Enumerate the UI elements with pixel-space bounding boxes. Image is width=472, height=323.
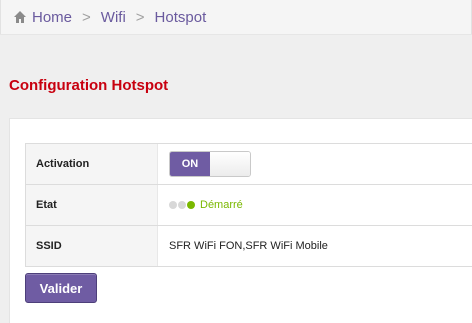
toggle-knob[interactable] bbox=[210, 152, 250, 176]
state-row: Etat Démarré bbox=[25, 185, 472, 226]
ssid-row: SSID SFR WiFi FON,SFR WiFi Mobile bbox=[25, 226, 472, 267]
breadcrumb-home-link[interactable]: Home bbox=[32, 9, 72, 26]
activation-label: Activation bbox=[25, 144, 158, 184]
breadcrumb-separator: > bbox=[82, 8, 91, 26]
breadcrumb-wifi-link[interactable]: Wifi bbox=[101, 9, 126, 26]
validate-button[interactable]: Valider bbox=[25, 273, 97, 303]
status-dot-icon bbox=[178, 201, 186, 209]
ssid-label: SSID bbox=[25, 226, 158, 266]
activation-toggle[interactable]: ON bbox=[169, 151, 251, 177]
state-text: Démarré bbox=[200, 199, 243, 211]
ssid-value: SFR WiFi FON,SFR WiFi Mobile bbox=[169, 240, 328, 252]
toggle-on-label: ON bbox=[170, 152, 210, 176]
breadcrumb: Home > Wifi > Hotspot bbox=[0, 0, 472, 34]
home-icon[interactable] bbox=[13, 10, 27, 24]
state-label: Etat bbox=[25, 185, 158, 225]
state-value: Démarré bbox=[158, 185, 472, 225]
config-panel: Activation ON Etat Démarré SSID SFR WiFi… bbox=[9, 118, 472, 323]
activation-row: Activation ON bbox=[25, 144, 472, 185]
status-indicator-icon bbox=[169, 201, 196, 209]
status-dot-icon bbox=[169, 201, 177, 209]
config-table: Activation ON Etat Démarré SSID SFR WiFi… bbox=[25, 143, 472, 267]
title-band bbox=[0, 34, 472, 117]
page-title: Configuration Hotspot bbox=[9, 77, 169, 94]
breadcrumb-separator: > bbox=[135, 8, 145, 26]
status-dot-active-icon bbox=[187, 201, 195, 209]
activation-value: ON bbox=[158, 144, 472, 184]
breadcrumb-hotspot-link[interactable]: Hotspot bbox=[155, 9, 207, 26]
